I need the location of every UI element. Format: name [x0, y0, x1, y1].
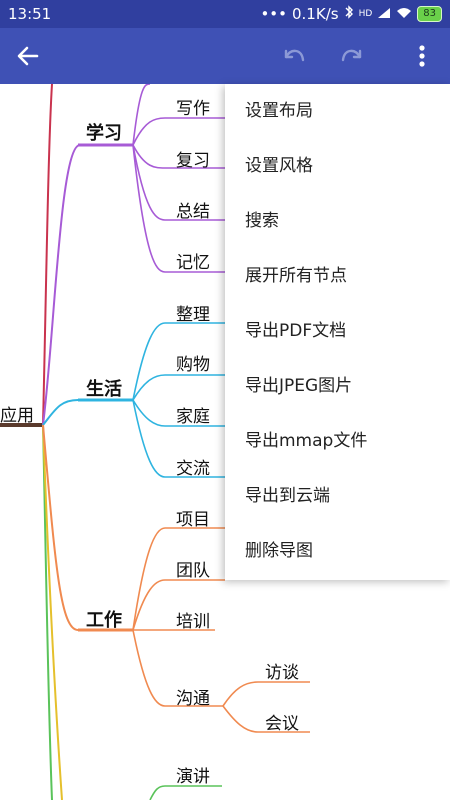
app-bar: [0, 28, 450, 84]
undo-icon: [284, 49, 305, 62]
signal-hd-label: HD: [358, 9, 373, 19]
node-shopping[interactable]: 购物: [176, 350, 210, 375]
menu-item-set-style[interactable]: 设置风格: [225, 139, 450, 194]
menu-item-export-cloud[interactable]: 导出到云端: [225, 469, 450, 524]
redo-icon: [341, 49, 362, 62]
overflow-menu: 设置布局 设置风格 搜索 展开所有节点 导出PDF文档 导出JPEG图片 导出m…: [225, 84, 450, 580]
node-organize[interactable]: 整理: [176, 300, 210, 325]
node-memory[interactable]: 记忆: [176, 248, 210, 273]
node-family[interactable]: 家庭: [176, 402, 210, 427]
branch-study[interactable]: 学习: [86, 119, 122, 145]
network-speed: 0.1K/s: [292, 5, 339, 23]
node-interview[interactable]: 访谈: [265, 658, 299, 683]
node-writing[interactable]: 写作: [176, 94, 210, 119]
undo-button[interactable]: [270, 28, 318, 84]
wifi-icon: [396, 5, 412, 23]
battery-icon: 83: [417, 6, 442, 22]
menu-item-export-mmap[interactable]: 导出mmap文件: [225, 414, 450, 469]
more-vert-icon: [419, 45, 425, 67]
node-communication[interactable]: 交流: [176, 454, 210, 479]
node-meeting[interactable]: 会议: [265, 709, 299, 734]
root-node[interactable]: 应用: [0, 401, 34, 426]
bluetooth-icon: [344, 5, 354, 23]
branch-life[interactable]: 生活: [86, 375, 122, 401]
branch-work[interactable]: 工作: [86, 606, 122, 632]
status-time: 13:51: [8, 5, 52, 23]
signal-icon: [377, 5, 391, 23]
more-options-button[interactable]: [398, 28, 446, 84]
back-button[interactable]: [4, 28, 52, 84]
node-review[interactable]: 复习: [176, 146, 210, 171]
status-icons: ••• 0.1K/s HD 83: [260, 5, 442, 23]
node-communicate[interactable]: 沟通: [176, 684, 210, 709]
redo-button[interactable]: [328, 28, 376, 84]
menu-item-export-pdf[interactable]: 导出PDF文档: [225, 304, 450, 359]
more-dots-icon: •••: [260, 5, 287, 23]
menu-item-export-jpeg[interactable]: 导出JPEG图片: [225, 359, 450, 414]
node-team[interactable]: 团队: [176, 556, 210, 581]
arrow-left-icon: [17, 46, 39, 66]
menu-item-expand-all[interactable]: 展开所有节点: [225, 249, 450, 304]
menu-item-search[interactable]: 搜索: [225, 194, 450, 249]
node-training[interactable]: 培训: [176, 607, 210, 632]
node-speech[interactable]: 演讲: [176, 762, 210, 787]
node-summary[interactable]: 总结: [176, 197, 210, 222]
menu-item-set-layout[interactable]: 设置布局: [225, 84, 450, 139]
status-bar: 13:51 ••• 0.1K/s HD 83: [0, 0, 450, 28]
menu-item-delete-map[interactable]: 删除导图: [225, 524, 450, 579]
node-project[interactable]: 项目: [176, 505, 210, 530]
